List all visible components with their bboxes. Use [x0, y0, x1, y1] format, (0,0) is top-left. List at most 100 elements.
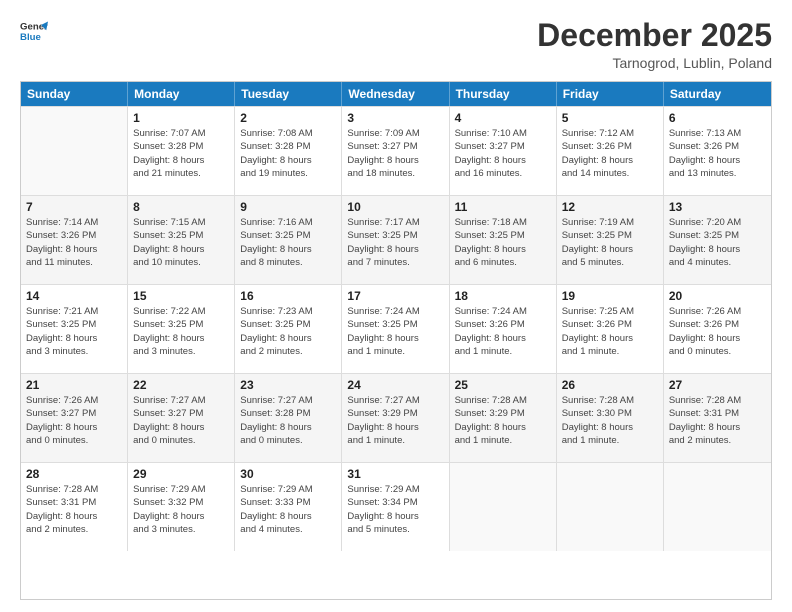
day-number: 28 — [26, 467, 122, 481]
day-info: Sunrise: 7:23 AMSunset: 3:25 PMDaylight:… — [240, 305, 336, 358]
header-wednesday: Wednesday — [342, 82, 449, 106]
day-number: 21 — [26, 378, 122, 392]
calendar-cell: 6 Sunrise: 7:13 AMSunset: 3:26 PMDaylight… — [664, 107, 771, 195]
calendar-cell — [557, 463, 664, 551]
day-info: Sunrise: 7:21 AMSunset: 3:25 PMDaylight:… — [26, 305, 122, 358]
day-info: Sunrise: 7:10 AMSunset: 3:27 PMDaylight:… — [455, 127, 551, 180]
calendar-cell: 19 Sunrise: 7:25 AMSunset: 3:26 PMDayligh… — [557, 285, 664, 373]
day-number: 2 — [240, 111, 336, 125]
day-info: Sunrise: 7:27 AMSunset: 3:29 PMDaylight:… — [347, 394, 443, 447]
calendar-cell: 16 Sunrise: 7:23 AMSunset: 3:25 PMDayligh… — [235, 285, 342, 373]
calendar-cell: 5 Sunrise: 7:12 AMSunset: 3:26 PMDaylight… — [557, 107, 664, 195]
day-number: 27 — [669, 378, 766, 392]
calendar-cell: 8Sunrise: 7:15 AMSunset: 3:25 PMDaylight… — [128, 196, 235, 284]
calendar-cell: 28 Sunrise: 7:28 AMSunset: 3:31 PMDayligh… — [21, 463, 128, 551]
day-number: 3 — [347, 111, 443, 125]
day-info: Sunrise: 7:17 AMSunset: 3:25 PMDaylight:… — [347, 216, 443, 269]
day-info: Sunrise: 7:26 AMSunset: 3:26 PMDaylight:… — [669, 305, 766, 358]
day-number: 9 — [240, 200, 336, 214]
calendar-cell: 18 Sunrise: 7:24 AMSunset: 3:26 PMDayligh… — [450, 285, 557, 373]
header: General Blue December 2025 Tarnogrod, Lu… — [20, 18, 772, 71]
day-info: Sunrise: 7:13 AMSunset: 3:26 PMDaylight:… — [669, 127, 766, 180]
logo: General Blue — [20, 18, 48, 46]
calendar-row: 14 Sunrise: 7:21 AMSunset: 3:25 PMDayligh… — [21, 284, 771, 373]
day-number: 15 — [133, 289, 229, 303]
day-number: 7 — [26, 200, 122, 214]
calendar-cell: 23Sunrise: 7:27 AMSunset: 3:28 PMDayligh… — [235, 374, 342, 462]
header-sunday: Sunday — [21, 82, 128, 106]
day-number: 11 — [455, 200, 551, 214]
day-info: Sunrise: 7:29 AMSunset: 3:33 PMDaylight:… — [240, 483, 336, 536]
day-info: Sunrise: 7:24 AMSunset: 3:26 PMDaylight:… — [455, 305, 551, 358]
calendar-cell — [664, 463, 771, 551]
calendar-cell — [21, 107, 128, 195]
day-number: 24 — [347, 378, 443, 392]
page: General Blue December 2025 Tarnogrod, Lu… — [0, 0, 792, 612]
calendar-row: 28 Sunrise: 7:28 AMSunset: 3:31 PMDayligh… — [21, 462, 771, 551]
day-info: Sunrise: 7:20 AMSunset: 3:25 PMDaylight:… — [669, 216, 766, 269]
day-number: 10 — [347, 200, 443, 214]
location: Tarnogrod, Lublin, Poland — [537, 55, 772, 71]
calendar-cell: 1Sunrise: 7:07 AMSunset: 3:28 PMDaylight… — [128, 107, 235, 195]
day-info: Sunrise: 7:09 AMSunset: 3:27 PMDaylight:… — [347, 127, 443, 180]
calendar-cell: 2Sunrise: 7:08 AMSunset: 3:28 PMDaylight… — [235, 107, 342, 195]
day-number: 20 — [669, 289, 766, 303]
day-number: 18 — [455, 289, 551, 303]
header-friday: Friday — [557, 82, 664, 106]
calendar-cell: 14 Sunrise: 7:21 AMSunset: 3:25 PMDayligh… — [21, 285, 128, 373]
day-info: Sunrise: 7:28 AMSunset: 3:31 PMDaylight:… — [26, 483, 122, 536]
day-info: Sunrise: 7:07 AMSunset: 3:28 PMDaylight:… — [133, 127, 229, 180]
day-info: Sunrise: 7:24 AMSunset: 3:25 PMDaylight:… — [347, 305, 443, 358]
day-number: 29 — [133, 467, 229, 481]
day-info: Sunrise: 7:27 AMSunset: 3:27 PMDaylight:… — [133, 394, 229, 447]
day-info: Sunrise: 7:12 AMSunset: 3:26 PMDaylight:… — [562, 127, 658, 180]
calendar-cell: 11 Sunrise: 7:18 AMSunset: 3:25 PMDayligh… — [450, 196, 557, 284]
header-thursday: Thursday — [450, 82, 557, 106]
day-info: Sunrise: 7:14 AMSunset: 3:26 PMDaylight:… — [26, 216, 122, 269]
day-info: Sunrise: 7:18 AMSunset: 3:25 PMDaylight:… — [455, 216, 551, 269]
calendar-cell — [450, 463, 557, 551]
day-info: Sunrise: 7:19 AMSunset: 3:25 PMDaylight:… — [562, 216, 658, 269]
day-number: 8 — [133, 200, 229, 214]
day-info: Sunrise: 7:28 AMSunset: 3:31 PMDaylight:… — [669, 394, 766, 447]
calendar-cell: 10 Sunrise: 7:17 AMSunset: 3:25 PMDayligh… — [342, 196, 449, 284]
day-info: Sunrise: 7:28 AMSunset: 3:29 PMDaylight:… — [455, 394, 551, 447]
calendar-cell: 22 Sunrise: 7:27 AMSunset: 3:27 PMDayligh… — [128, 374, 235, 462]
calendar-cell: 30 Sunrise: 7:29 AMSunset: 3:33 PMDayligh… — [235, 463, 342, 551]
calendar-row: 21 Sunrise: 7:26 AMSunset: 3:27 PMDayligh… — [21, 373, 771, 462]
calendar-cell: 4Sunrise: 7:10 AMSunset: 3:27 PMDaylight… — [450, 107, 557, 195]
day-number: 6 — [669, 111, 766, 125]
calendar-cell: 24 Sunrise: 7:27 AMSunset: 3:29 PMDayligh… — [342, 374, 449, 462]
calendar-cell: 13 Sunrise: 7:20 AMSunset: 3:25 PMDayligh… — [664, 196, 771, 284]
calendar-cell: 21 Sunrise: 7:26 AMSunset: 3:27 PMDayligh… — [21, 374, 128, 462]
calendar-cell: 17 Sunrise: 7:24 AMSunset: 3:25 PMDayligh… — [342, 285, 449, 373]
day-number: 19 — [562, 289, 658, 303]
day-number: 16 — [240, 289, 336, 303]
day-number: 30 — [240, 467, 336, 481]
header-monday: Monday — [128, 82, 235, 106]
day-info: Sunrise: 7:27 AMSunset: 3:28 PMDaylight:… — [240, 394, 336, 447]
day-number: 5 — [562, 111, 658, 125]
month-title: December 2025 — [537, 18, 772, 53]
day-number: 12 — [562, 200, 658, 214]
header-tuesday: Tuesday — [235, 82, 342, 106]
calendar-cell: 26Sunrise: 7:28 AMSunset: 3:30 PMDayligh… — [557, 374, 664, 462]
day-number: 13 — [669, 200, 766, 214]
calendar-row: 7 Sunrise: 7:14 AMSunset: 3:26 PMDaylight… — [21, 195, 771, 284]
day-info: Sunrise: 7:22 AMSunset: 3:25 PMDaylight:… — [133, 305, 229, 358]
day-number: 22 — [133, 378, 229, 392]
svg-text:Blue: Blue — [20, 32, 41, 43]
calendar-body: 1Sunrise: 7:07 AMSunset: 3:28 PMDaylight… — [21, 106, 771, 551]
day-info: Sunrise: 7:25 AMSunset: 3:26 PMDaylight:… — [562, 305, 658, 358]
day-info: Sunrise: 7:28 AMSunset: 3:30 PMDaylight:… — [562, 394, 658, 447]
day-number: 17 — [347, 289, 443, 303]
day-info: Sunrise: 7:16 AMSunset: 3:25 PMDaylight:… — [240, 216, 336, 269]
calendar-cell: 12 Sunrise: 7:19 AMSunset: 3:25 PMDayligh… — [557, 196, 664, 284]
day-number: 14 — [26, 289, 122, 303]
day-info: Sunrise: 7:26 AMSunset: 3:27 PMDaylight:… — [26, 394, 122, 447]
calendar-cell: 7 Sunrise: 7:14 AMSunset: 3:26 PMDaylight… — [21, 196, 128, 284]
calendar: Sunday Monday Tuesday Wednesday Thursday… — [20, 81, 772, 600]
calendar-cell: 27 Sunrise: 7:28 AMSunset: 3:31 PMDayligh… — [664, 374, 771, 462]
calendar-cell: 29Sunrise: 7:29 AMSunset: 3:32 PMDayligh… — [128, 463, 235, 551]
day-number: 25 — [455, 378, 551, 392]
